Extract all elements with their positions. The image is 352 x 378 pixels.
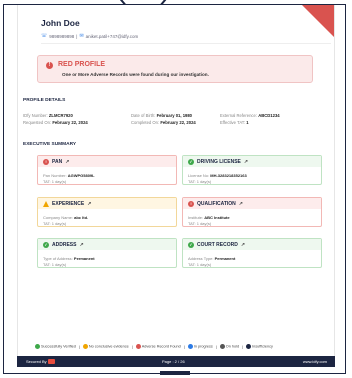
- card-tat: TAT: 1 day(s): [188, 262, 212, 267]
- alert-icon: !: [46, 62, 53, 69]
- card-title: PAN: [52, 158, 63, 165]
- card-field: Pan Number: AGWPG5809L: [43, 173, 95, 178]
- external-link-icon[interactable]: ↗: [65, 159, 69, 165]
- executive-summary-heading: EXECUTIVE SUMMARY: [23, 142, 77, 147]
- legend-no-conclusive: No conclusive evidence: [82, 344, 129, 349]
- driving-license-card[interactable]: ✓ DRIVING LICENSE ↗ License No: MH-3283218…: [182, 155, 322, 185]
- card-title: DRIVING LICENSE: [197, 158, 241, 165]
- legend-verified: Successfully Verified: [35, 344, 76, 349]
- legend-on-hold: On hold: [219, 344, 239, 349]
- card-tat: TAT: 1 day(s): [43, 262, 67, 267]
- legend-in-progress: In progress: [187, 344, 213, 349]
- verified-icon: ✓: [43, 241, 49, 248]
- idfy-logo-icon: [47, 359, 55, 365]
- address-card[interactable]: ✓ ADDRESS ↗ Type of Address: Permanent TAT…: [37, 238, 177, 268]
- card-title: ADDRESS: [52, 241, 77, 248]
- card-field: Institute: ABC Institute: [188, 215, 230, 220]
- header-divider: [41, 43, 331, 44]
- external-link-icon[interactable]: ↗: [79, 242, 83, 248]
- card-tat: TAT: 1 day(s): [188, 221, 212, 226]
- on-hold-icon: [219, 344, 225, 349]
- idfy-number: IDfy Number: ZLMCR7920: [23, 113, 73, 118]
- report-footer: Secured By Page : 2 / 26 www.idfy.com: [17, 356, 335, 367]
- completed-on: Completed On: February 22, 2024: [131, 120, 196, 125]
- effective-tat: Effective TAT: 1: [220, 120, 249, 125]
- external-link-icon[interactable]: ↗: [241, 242, 245, 248]
- external-link-icon[interactable]: ↗: [244, 159, 248, 165]
- frame-bottom-tab: [160, 371, 190, 375]
- phone-icon: ☏: [41, 33, 48, 39]
- in-progress-icon: [187, 344, 193, 349]
- verified-icon: [35, 344, 40, 349]
- card-field: Address Type: Permanent: [188, 256, 236, 261]
- external-reference: External Reference: ABCD1234: [220, 113, 280, 118]
- card-title: QUALIFICATION: [197, 200, 236, 207]
- court-record-card[interactable]: ✓ COURT RECORD ↗ Address Type: Permanent T…: [182, 238, 322, 268]
- warning-icon: [43, 200, 49, 207]
- contact-separator: |: [76, 33, 78, 39]
- card-tat: TAT: 1 day(s): [43, 221, 67, 226]
- experience-card[interactable]: EXPERIENCE ↗ Company Name: abc ltd. TAT: …: [37, 197, 177, 227]
- red-profile-alert: ! RED PROFILE One or More Adverse Record…: [37, 55, 313, 83]
- alert-title: RED PROFILE: [58, 61, 106, 68]
- card-field: Company Name: abc ltd.: [43, 215, 89, 220]
- pan-card[interactable]: ! PAN ↗ Pan Number: AGWPG5809L TAT: 1 day(…: [37, 155, 177, 185]
- red-profile-corner-flag: [302, 5, 334, 37]
- candidate-phone: 9898989898: [49, 33, 75, 39]
- qualification-card[interactable]: ! QUALIFICATION ↗ Institute: ABC Institute…: [182, 197, 322, 227]
- card-field: Type of Address: Permanent: [43, 256, 95, 261]
- card-field: License No: MH-3283218352163: [188, 173, 247, 178]
- card-tat: TAT: 1 day(s): [188, 179, 212, 184]
- secured-by: Secured By: [26, 359, 55, 365]
- page-indicator: Page : 2 / 26: [162, 359, 185, 364]
- card-tat: TAT: 1 day(s): [43, 179, 67, 184]
- date-of-birth: Date of Birth: February 01, 1980: [131, 113, 193, 118]
- candidate-email[interactable]: aniket.patil+747@idfy.com: [86, 34, 139, 39]
- candidate-name: John Doe: [41, 18, 80, 28]
- legend-adverse: Adverse Record Found: [135, 344, 181, 349]
- insufficiency-icon: [246, 344, 252, 349]
- verified-icon: ✓: [188, 158, 194, 165]
- card-title: EXPERIENCE: [52, 200, 85, 207]
- external-link-icon[interactable]: ↗: [87, 201, 91, 207]
- requested-on: Requested On: February 22, 2024: [23, 120, 88, 125]
- legend-insufficiency: Insufficiency: [246, 344, 273, 349]
- adverse-icon: !: [43, 158, 49, 165]
- alert-message: One or More Adverse Records were found d…: [62, 72, 209, 77]
- profile-details-heading: PROFILE DETAILS: [23, 98, 66, 103]
- website-link[interactable]: www.idfy.com: [303, 359, 327, 364]
- adverse-icon: [135, 344, 141, 349]
- card-title: COURT RECORD: [197, 241, 238, 248]
- candidate-contact: ☏ 9898989898 | ✉ aniket.patil+747@idfy.c…: [41, 33, 138, 39]
- warning-icon: [82, 344, 88, 349]
- verified-icon: ✓: [188, 241, 194, 248]
- email-icon: ✉: [79, 33, 84, 39]
- status-legend: Successfully Verified | No conclusive ev…: [35, 344, 273, 349]
- adverse-icon: !: [188, 200, 194, 207]
- external-link-icon[interactable]: ↗: [239, 201, 243, 207]
